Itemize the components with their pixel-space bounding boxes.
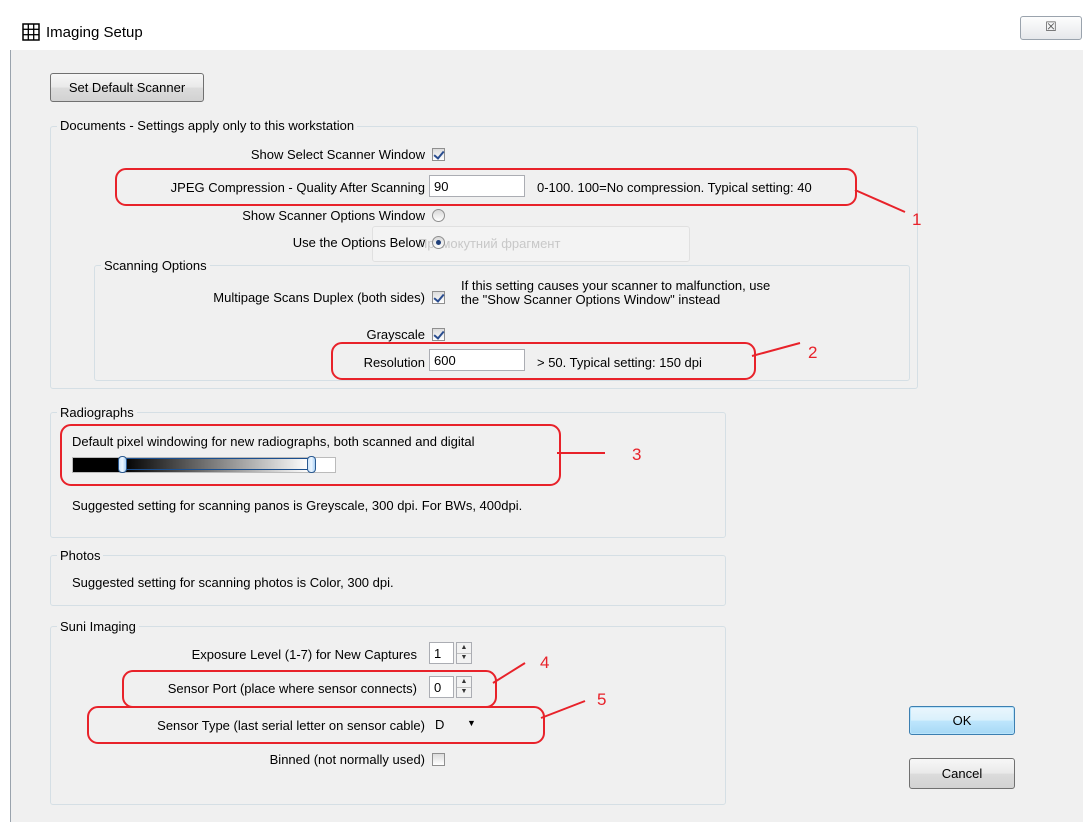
duplex-hint: If this setting causes your scanner to m… (461, 279, 770, 307)
binned-label: Binned (not normally used) (269, 752, 425, 767)
radiographs-group-label: Radiographs (57, 405, 137, 420)
close-icon: ☒ (1045, 19, 1057, 34)
cancel-button[interactable]: Cancel (909, 758, 1015, 789)
duplex-hint-line2: the "Show Scanner Options Window" instea… (461, 292, 721, 307)
annotation-number-1: 1 (912, 210, 922, 229)
use-options-below-radio[interactable] (432, 236, 445, 249)
annotation-outline-5 (87, 706, 545, 744)
exposure-level-input[interactable] (429, 642, 454, 664)
grid-app-icon (22, 23, 40, 41)
show-select-scanner-label: Show Select Scanner Window (250, 147, 425, 162)
window-title: Imaging Setup (46, 24, 143, 41)
annotation-number-2: 2 (808, 343, 818, 362)
duplex-hint-line1: If this setting causes your scanner to m… (461, 278, 771, 293)
set-default-scanner-button[interactable]: Set Default Scanner (50, 73, 204, 102)
grayscale-label: Grayscale (366, 327, 425, 342)
annotation-outline-4 (122, 670, 497, 708)
scanning-options-label: Scanning Options (101, 258, 210, 273)
radiographs-suggestion: Suggested setting for scanning panos is … (72, 498, 523, 513)
annotation-outline-3 (60, 424, 561, 486)
title-bar (10, 8, 1083, 50)
photos-suggestion: Suggested setting for scanning photos is… (72, 575, 394, 590)
suni-imaging-group-label: Suni Imaging (57, 619, 139, 634)
documents-group-label: Documents - Settings apply only to this … (57, 118, 358, 133)
ok-button[interactable]: OK (909, 706, 1015, 735)
duplex-label: Multipage Scans Duplex (both sides) (213, 290, 425, 305)
use-options-below-label: Use the Options Below (292, 235, 425, 250)
exposure-level-label: Exposure Level (1-7) for New Captures (191, 647, 417, 662)
annotation-outline-1 (115, 168, 857, 206)
show-scanner-options-label: Show Scanner Options Window (242, 208, 425, 223)
duplex-checkbox[interactable] (432, 291, 445, 304)
annotation-number-4: 4 (540, 653, 550, 672)
grayscale-checkbox[interactable] (432, 328, 445, 341)
spinner-down-icon[interactable]: ▼ (457, 653, 471, 663)
annotation-number-5: 5 (597, 690, 607, 709)
show-scanner-options-radio[interactable] (432, 209, 445, 222)
exposure-level-spinner[interactable]: ▲ ▼ (456, 642, 472, 664)
show-select-scanner-checkbox[interactable] (432, 148, 445, 161)
close-button[interactable]: ☒ (1020, 16, 1082, 40)
annotation-outline-2 (331, 342, 756, 380)
binned-checkbox[interactable] (432, 753, 445, 766)
annotation-number-3: 3 (632, 445, 642, 464)
photos-group-label: Photos (57, 548, 104, 563)
